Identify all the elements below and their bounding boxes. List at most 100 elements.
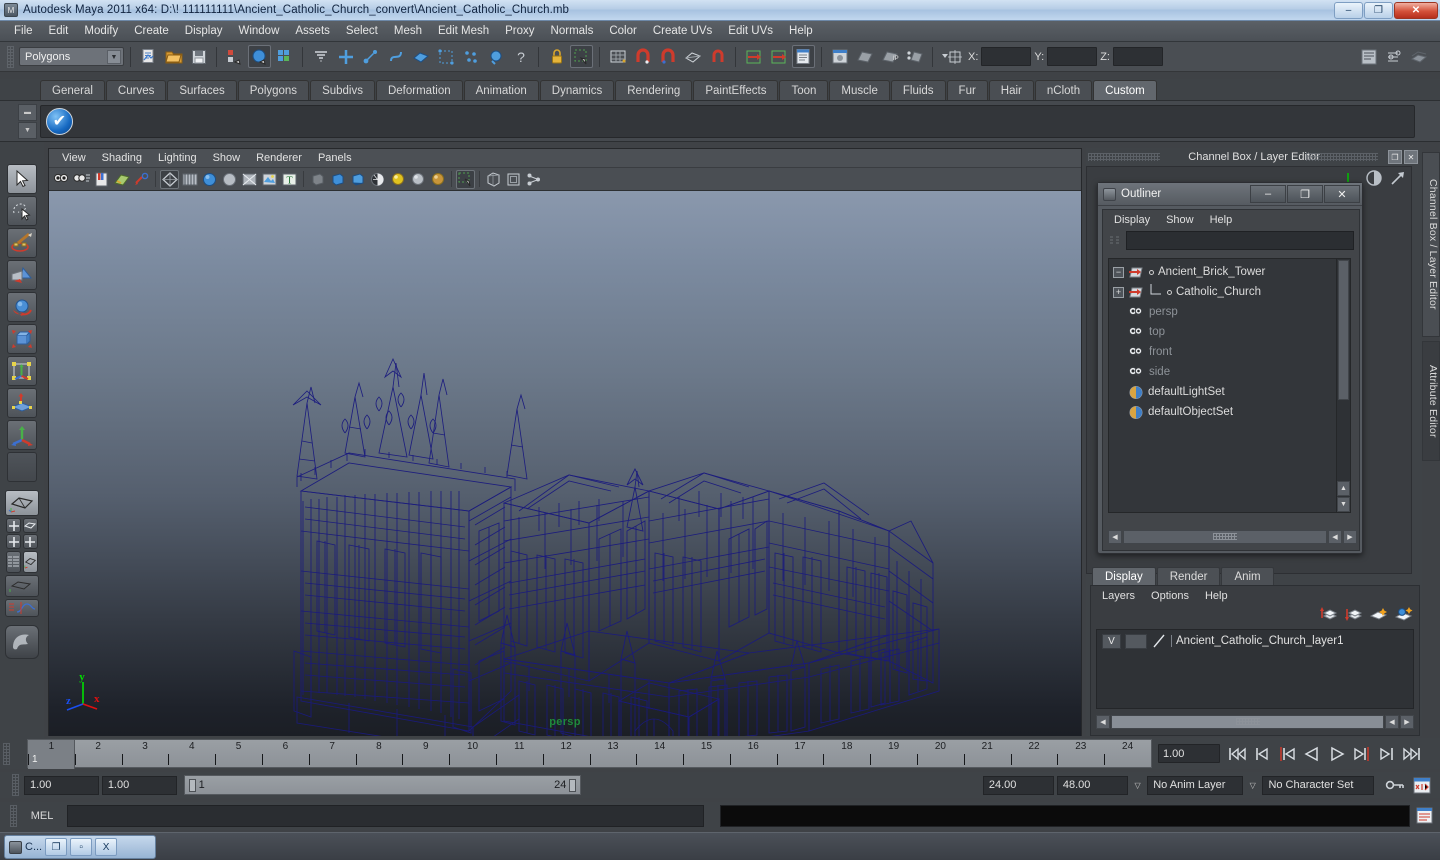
exposure-control-icon[interactable] [524,170,543,189]
layer-menu-help[interactable]: Help [1198,589,1235,603]
range-slider[interactable]: 1 24 [184,775,582,795]
time-slider[interactable]: 1123456789101112131415161718192021222324 [27,739,1152,768]
smooth-shade-selected-icon[interactable] [200,170,219,189]
outliner-close-button[interactable]: ✕ [1324,185,1360,203]
scrollbar-thumb[interactable] [1338,260,1349,400]
taskbar-maximize-button[interactable]: ▫ [70,838,92,856]
shelf-dropdown-icon[interactable]: ▼ [18,122,37,139]
shelf-tab-subdivs[interactable]: Subdivs [310,80,375,100]
default-light-icon[interactable] [368,170,387,189]
select-tool[interactable] [7,164,37,194]
viewport-menu-show[interactable]: Show [206,151,248,165]
animation-end-time-field[interactable]: 48.00 [1057,776,1128,795]
animation-start-time-field[interactable]: 1.00 [24,776,99,795]
wireframe-shading-icon[interactable] [160,170,179,189]
scrollbar-track[interactable] [1111,715,1384,729]
viewport-menu-renderer[interactable]: Renderer [249,151,309,165]
range-slider-drag-handle[interactable] [12,774,19,796]
viewport-menu-lighting[interactable]: Lighting [151,151,204,165]
render-settings-icon[interactable] [903,45,926,68]
expander-expand-icon[interactable]: + [1113,287,1124,298]
shelf-nav-arrows[interactable]: ▬ ▼ [18,104,37,139]
scrollbar-track[interactable] [1123,530,1327,544]
menu-edit-uvs[interactable]: Edit UVs [720,23,781,39]
outliner-item-front[interactable]: front [1109,342,1339,362]
menu-set-selector[interactable]: Polygons ▼ [19,47,124,66]
scale-tool[interactable] [7,324,37,354]
menu-file[interactable]: File [6,23,41,39]
range-end-handle[interactable] [569,779,576,792]
command-line-drag-handle[interactable] [10,805,17,827]
persp-outliner-layout-button[interactable] [23,518,38,533]
statusbar-drag-handle[interactable] [7,46,14,68]
snap-to-point-icon[interactable] [384,45,407,68]
outliner-item-default-light-set[interactable]: defaultLightSet [1109,382,1339,402]
scroll-down-icon[interactable]: ▼ [1337,497,1350,512]
toggle-channel-box-icon[interactable] [792,45,815,68]
toolbox-empty-slot[interactable] [7,452,37,482]
go-to-end-icon[interactable] [1400,742,1423,765]
layer-visibility-toggle[interactable]: V [1102,634,1121,649]
menu-display[interactable]: Display [177,23,231,39]
menu-proxy[interactable]: Proxy [497,23,542,39]
time-slider-drag-handle[interactable] [3,743,10,765]
animation-preferences-icon[interactable] [1413,777,1431,794]
two-d-pan-zoom-icon[interactable] [132,170,151,189]
open-scene-icon[interactable] [162,45,185,68]
save-scene-icon[interactable] [187,45,210,68]
move-layer-down-icon[interactable] [1345,606,1363,622]
outliner-item-default-object-set[interactable]: defaultObjectSet [1109,402,1339,422]
rotate-tool[interactable] [7,292,37,322]
expander-collapse-icon[interactable]: − [1113,267,1124,278]
help-icon[interactable]: ? [509,45,532,68]
outliner-menu-help[interactable]: Help [1203,213,1240,227]
shelf-tab-deformation[interactable]: Deformation [376,80,463,100]
script-editor-icon[interactable] [1416,807,1434,825]
maximize-button[interactable]: ❐ [1364,2,1393,19]
lock-icon[interactable] [545,45,568,68]
soft-modification-tool[interactable] [7,388,37,418]
chevron-down-icon[interactable]: ▼ [107,50,121,64]
viewport-menu-view[interactable]: View [55,151,93,165]
input-connections-icon[interactable] [742,45,765,68]
new-layer-icon[interactable] [1370,606,1388,622]
bookmarks-icon[interactable] [92,170,111,189]
shelf-tab-muscle[interactable]: Muscle [829,80,889,100]
shelf-tab-fluids[interactable]: Fluids [891,80,946,100]
outliner-tree[interactable]: − Ancient_Brick_Tower + [1108,258,1340,513]
layer-list[interactable]: V Ancient_Catholic_Church_layer1 [1096,629,1414,709]
channel-box-half-circle-icon[interactable] [1365,169,1383,187]
shelf-tab-dynamics[interactable]: Dynamics [540,80,614,100]
taskbar-window-button[interactable]: C... ❐ ▫ X [4,835,156,859]
scroll-left-step-icon[interactable]: ◀ [1385,715,1399,729]
outliner-titlebar[interactable]: Outliner – ❐ ✕ [1098,183,1362,206]
ipr-render-icon[interactable] [853,45,876,68]
x-input[interactable] [981,47,1031,66]
close-button[interactable]: ✕ [1394,2,1438,19]
shelf-tab-custom[interactable]: Custom [1093,80,1157,100]
shelf-tab-rendering[interactable]: Rendering [615,80,692,100]
new-scene-icon[interactable] [137,45,160,68]
scroll-up-icon[interactable]: ▲ [1337,481,1350,496]
channel-box-arrow-icon[interactable] [1389,169,1407,187]
paint-select-tool[interactable] [7,228,37,258]
persp-hypershade-layout-button[interactable] [23,534,38,549]
outliner-horizontal-scrollbar[interactable]: ◀ ◀ ▶ [1108,529,1357,544]
command-input[interactable] [67,805,704,827]
persp-view-layout-button[interactable] [23,551,38,573]
isolate-select-icon[interactable] [456,170,475,189]
display-film-gate-icon[interactable] [504,170,523,189]
taskbar-restore-button[interactable]: ❐ [45,838,67,856]
move-layer-up-icon[interactable] [1320,606,1338,622]
step-back-frame-icon[interactable] [1275,742,1298,765]
layer-display-type-toggle[interactable] [1125,634,1147,649]
menu-modify[interactable]: Modify [76,23,126,39]
shelf-tab-hair[interactable]: Hair [989,80,1034,100]
outliner-vertical-scrollbar[interactable]: ▲ ▼ [1336,258,1351,513]
command-language-label[interactable]: MEL [23,810,61,822]
show-channel-box-layer-editor-icon[interactable] [1407,45,1430,68]
play-backwards-icon[interactable] [1300,742,1323,765]
shelf-menu-icon[interactable]: ▬ [18,104,37,121]
use-all-lights-icon[interactable] [428,170,447,189]
show-attribute-editor-icon[interactable] [1357,45,1380,68]
